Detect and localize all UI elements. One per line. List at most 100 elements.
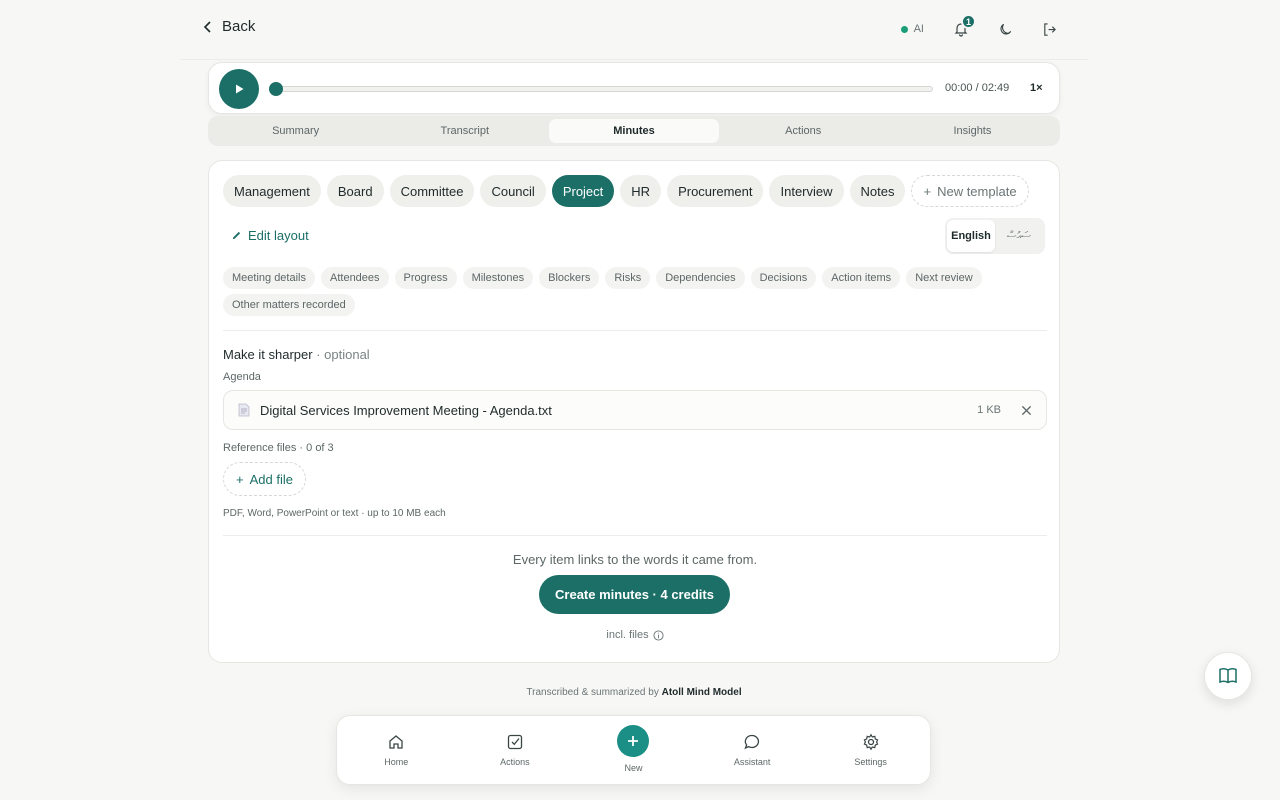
logout-button[interactable] [1034,14,1064,44]
section-chip[interactable]: Other matters recorded [223,294,355,316]
gear-icon [863,733,879,751]
ai-status[interactable]: AI [893,19,932,39]
notifications-button[interactable]: 1 [946,14,976,44]
tab-insights[interactable]: Insights [888,119,1057,143]
pencil-icon [232,231,241,240]
plus-icon [628,736,639,746]
tab-summary[interactable]: Summary [211,119,380,143]
agenda-file: Digital Services Improvement Meeting - A… [223,390,1047,430]
dark-mode-button[interactable] [990,14,1020,44]
nav-label-assistant: Assistant [733,757,771,767]
play-icon [236,84,244,94]
nav-label-actions: Actions [500,757,530,767]
playback-time: 00:00 / 02:49 [945,82,1010,94]
attribution-prefix: Transcribed & summarized by [526,687,662,698]
section-chip[interactable]: Progress [394,267,457,289]
info-icon[interactable] [653,629,664,641]
section-chip[interactable]: Risks [605,267,651,289]
nav-item-new[interactable]: New [574,716,693,784]
view-tabs: Summary Transcript Minutes Actions Insig… [208,116,1060,146]
sharper-heading: Make it sharper · optional [223,347,370,362]
nav-item-home[interactable]: Home [337,716,456,784]
create-note: Every item links to the words it came fr… [512,552,758,567]
tab-minutes[interactable]: Minutes [549,119,719,143]
reference-files-label: Reference files · 0 of 3 [223,442,334,454]
audio-player: 00:00 / 02:49 1× [208,62,1060,114]
top-bar: Back AI 1 [180,0,1088,60]
sharper-optional: · optional [312,347,370,362]
divider [223,535,1047,536]
template-chip-hr[interactable]: HR [620,175,662,207]
chat-icon [744,734,760,750]
template-chip-interview[interactable]: Interview [769,175,844,207]
plus-icon: + [236,471,244,487]
logout-icon [1043,22,1056,36]
create-minutes-button[interactable]: Create minutes · 4 credits [539,575,730,614]
book-icon [1219,668,1237,684]
template-chip-notes[interactable]: Notes [849,175,906,207]
close-icon[interactable] [1021,405,1032,416]
agenda-label: Agenda [223,371,261,383]
seek-bar[interactable] [273,86,933,92]
add-file-button[interactable]: + Add file [223,462,306,496]
section-chip[interactable]: Milestones [462,267,534,289]
incl-files-note: incl. files [209,629,1061,641]
divider [223,330,1047,331]
new-button-circle [617,725,650,757]
new-template-label: New template [937,183,1017,199]
ai-label: AI [913,23,924,35]
incl-files-label: incl. files [606,629,649,641]
section-chip[interactable]: Next review [906,267,982,289]
section-chips: Meeting details Attendees Progress Miles… [223,267,1003,316]
back-label: Back [222,18,256,35]
language-option-dhivehi[interactable]: ސައުސް [995,220,1043,252]
template-chip-committee[interactable]: Committee [389,175,475,207]
nav-label-home: Home [384,757,409,767]
template-chip-council[interactable]: Council [480,175,546,207]
edit-layout-button[interactable]: Edit layout [231,228,309,243]
nav-item-actions[interactable]: Actions [456,716,575,784]
play-button[interactable] [219,69,259,109]
minutes-card: Management Board Committee Council Proje… [208,160,1060,663]
tab-actions[interactable]: Actions [719,119,888,143]
section-chip[interactable]: Action items [822,267,901,289]
template-chip-procurement[interactable]: Procurement [667,175,764,207]
guide-button[interactable] [1204,652,1252,700]
back-button[interactable]: Back [202,18,255,35]
template-chips: Management Board Committee Council Proje… [223,175,1029,207]
section-chip[interactable]: Blockers [539,267,600,289]
edit-layout-label: Edit layout [248,228,309,243]
template-chip-project[interactable]: Project [551,175,615,207]
agenda-file-size: 1 KB [977,404,1001,416]
tab-transcript[interactable]: Transcript [380,119,549,143]
checkbox-icon [507,734,523,750]
section-chip[interactable]: Decisions [750,267,817,289]
top-icons: AI 1 [893,14,1064,44]
nav-item-settings[interactable]: Settings [811,716,930,784]
notification-badge: 1 [961,14,976,29]
section-chip[interactable]: Dependencies [656,267,745,289]
nav-item-assistant[interactable]: Assistant [693,716,812,784]
document-icon [238,403,250,417]
seek-handle[interactable] [269,82,283,96]
template-chip-management[interactable]: Management [223,175,321,207]
language-toggle: English ސައުސް [945,218,1045,254]
chevron-left-icon [203,20,211,33]
agenda-file-name: Digital Services Improvement Meeting - A… [260,402,552,418]
nav-label-new: New [624,763,643,773]
home-icon [389,735,403,749]
moon-icon [999,23,1011,35]
sharper-title: Make it sharper [223,347,313,362]
new-template-button[interactable]: + New template [911,175,1029,207]
plus-icon: + [923,183,932,199]
attribution: Transcribed & summarized by Atoll Mind M… [0,687,1268,698]
language-option-english[interactable]: English [947,220,995,252]
playback-speed-button[interactable]: 1× [1030,82,1043,94]
file-types-hint: PDF, Word, PowerPoint or text · up to 10… [223,508,446,519]
template-chip-board[interactable]: Board [326,175,384,207]
section-chip[interactable]: Meeting details [223,267,315,289]
ai-status-dot [900,25,908,33]
bottom-nav: Home Actions New Assistant Settings [336,715,931,785]
attribution-model: Atoll Mind Model [661,687,742,698]
section-chip[interactable]: Attendees [321,267,389,289]
